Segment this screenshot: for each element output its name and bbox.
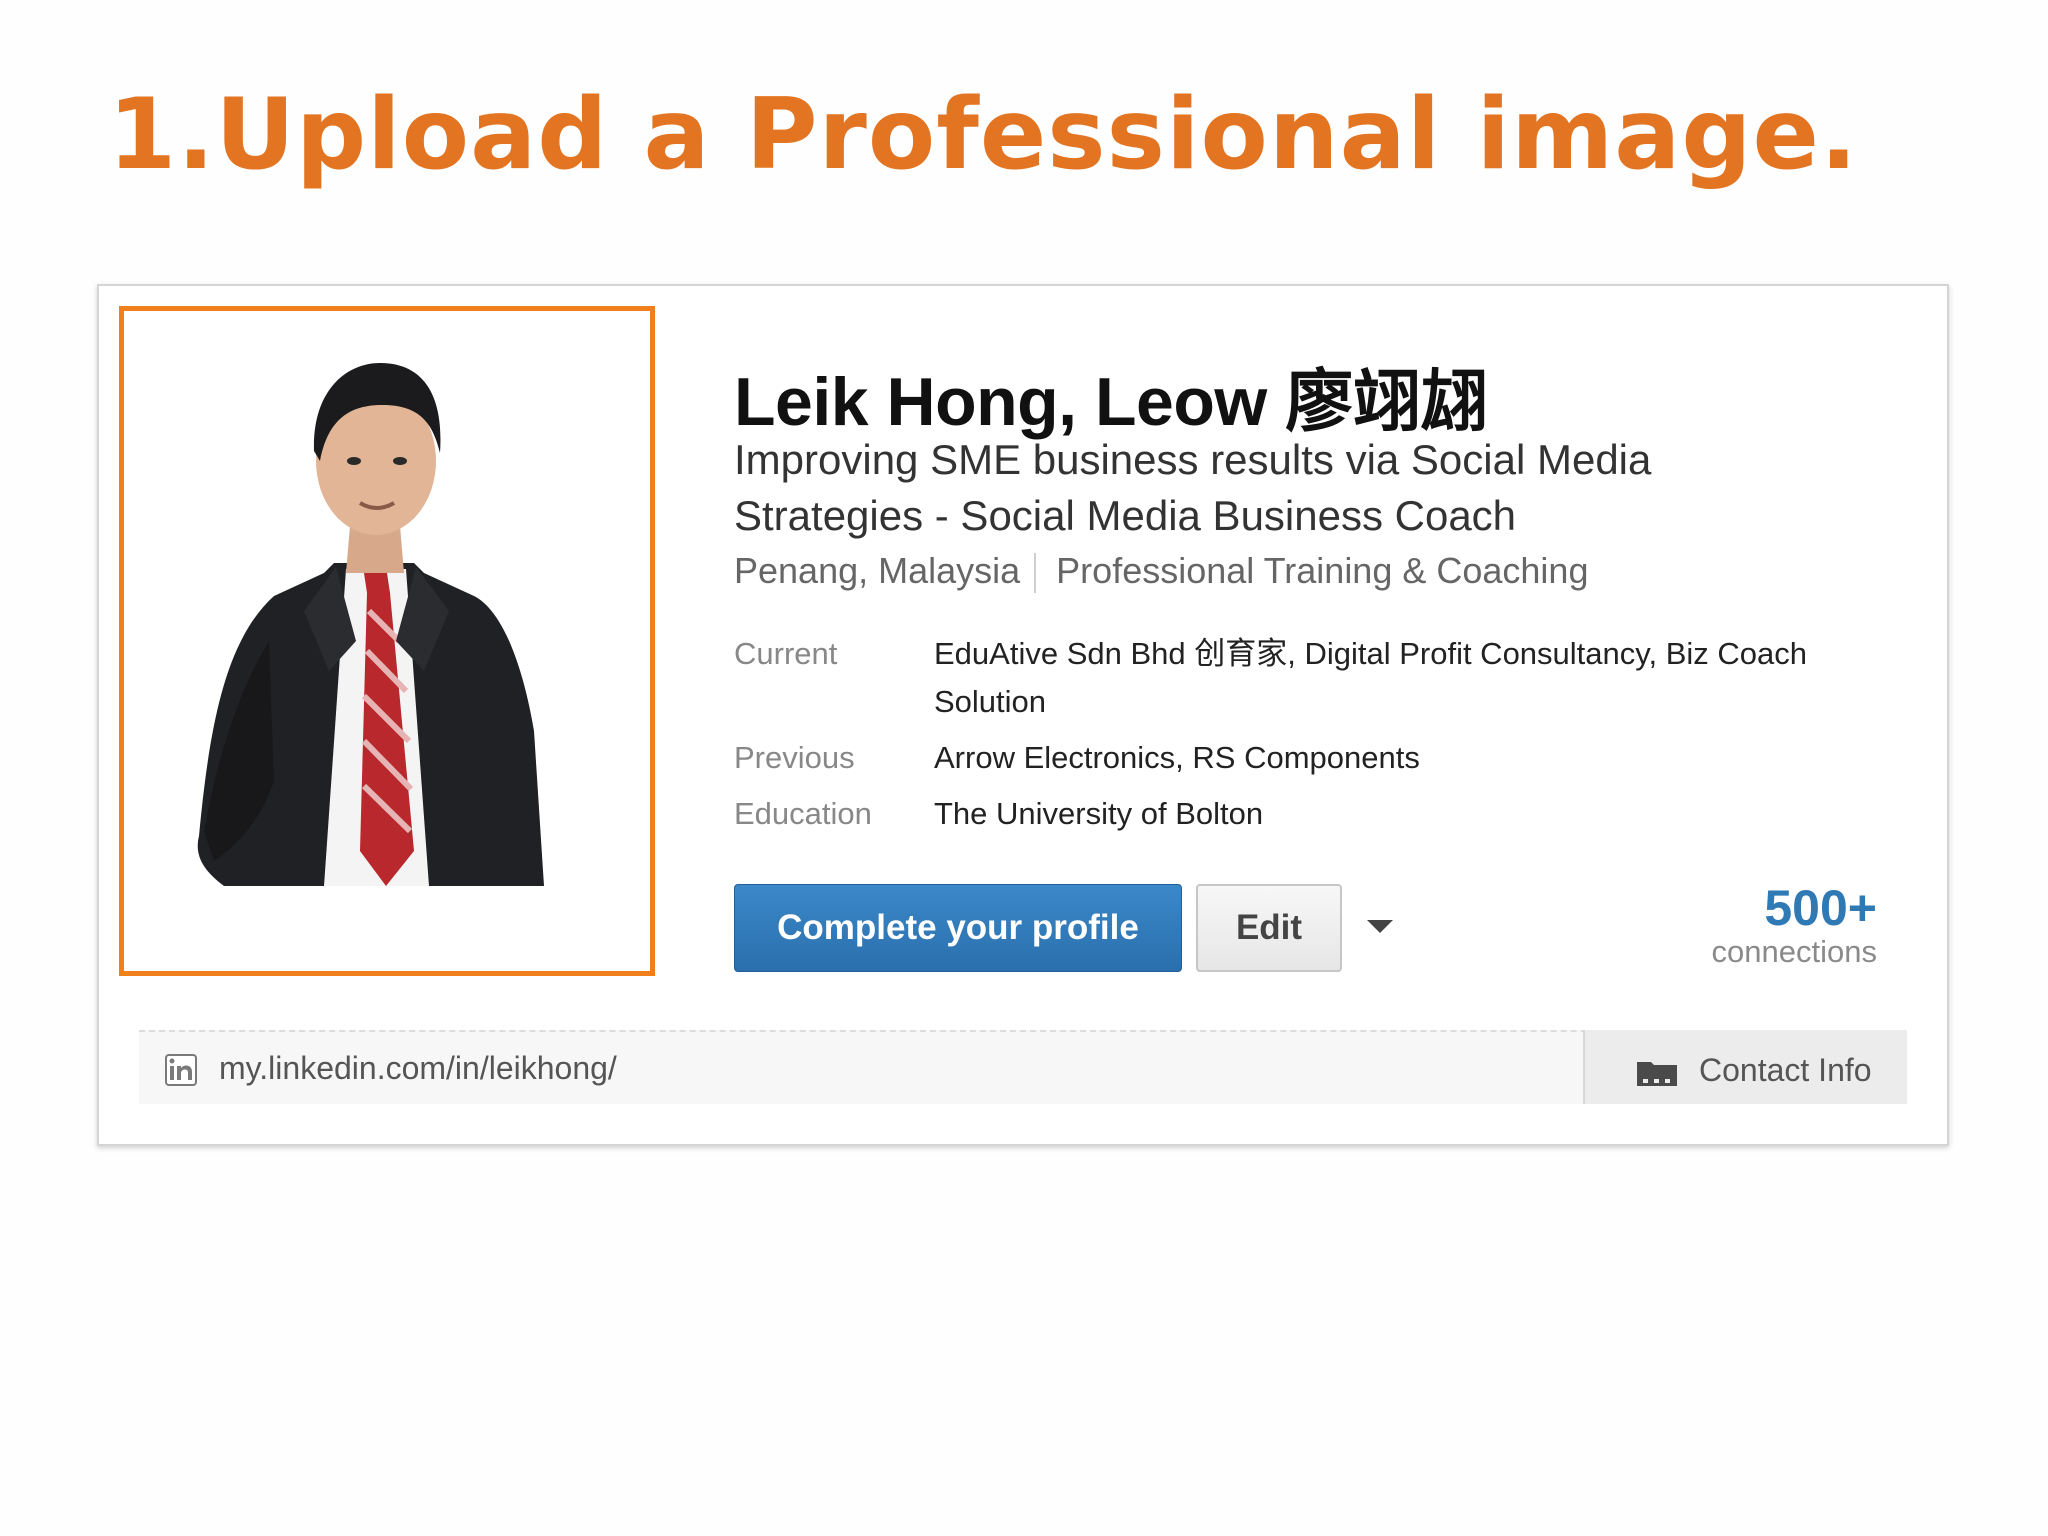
contact-info-button[interactable]: Contact Info <box>1583 1030 1907 1104</box>
detail-label: Education <box>734 796 872 831</box>
address-book-icon <box>1635 1058 1679 1093</box>
detail-label: Previous <box>734 740 855 775</box>
connections-number: 500+ <box>1764 880 1877 936</box>
linkedin-icon <box>165 1054 197 1091</box>
connections-count[interactable]: 500+ connections <box>1712 880 1877 968</box>
profile-name: Leik Hong, Leow 廖翊翃 <box>734 364 1488 440</box>
detail-label: Current <box>734 636 838 671</box>
connections-label: connections <box>1711 934 1877 969</box>
location-line: Penang, Malaysia Professional Training & … <box>734 550 1588 594</box>
detail-row-education: Education The University of Bolton <box>734 790 1884 838</box>
profile-headline: Improving SME business results via Socia… <box>734 436 1652 539</box>
profile-location[interactable]: Penang, Malaysia <box>734 550 1020 591</box>
slide-title: 1.Upload a Professional image. <box>108 78 1859 192</box>
detail-value[interactable]: EduAtive Sdn Bhd 创育家, Digital Profit Con… <box>934 630 1884 726</box>
edit-button[interactable]: Edit <box>1196 884 1342 972</box>
profile-footer: my.linkedin.com/in/leikhong/ Contact Inf… <box>139 1030 1907 1104</box>
detail-value[interactable]: The University of Bolton <box>934 790 1263 838</box>
profile-photo-image <box>197 363 544 886</box>
profile-industry[interactable]: Professional Training & Coaching <box>1056 550 1588 591</box>
detail-value[interactable]: Arrow Electronics, RS Components <box>934 734 1420 782</box>
location-divider <box>1034 553 1037 594</box>
caret-down-icon[interactable] <box>1367 920 1393 933</box>
profile-url-link[interactable]: my.linkedin.com/in/leikhong/ <box>219 1046 617 1090</box>
profile-photo[interactable] <box>119 306 655 976</box>
profile-card: Leik Hong, Leow 廖翊翃 Improving SME busine… <box>97 284 1949 1146</box>
complete-profile-button[interactable]: Complete your profile <box>734 884 1182 972</box>
profile-details: Current EduAtive Sdn Bhd 创育家, Digital Pr… <box>734 630 1884 846</box>
detail-row-current: Current EduAtive Sdn Bhd 创育家, Digital Pr… <box>734 630 1884 726</box>
contact-info-label: Contact Info <box>1699 1052 1872 1088</box>
detail-row-previous: Previous Arrow Electronics, RS Component… <box>734 734 1884 782</box>
